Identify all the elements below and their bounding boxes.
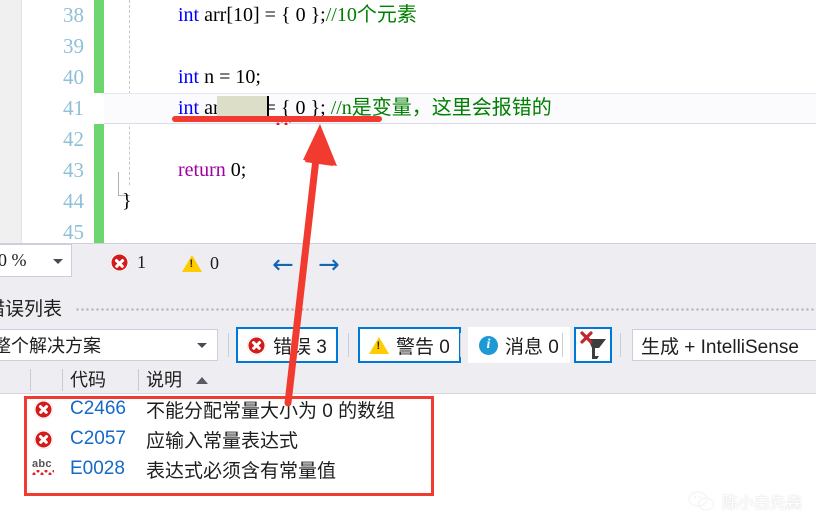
column-divider: [30, 369, 31, 391]
line-change-indicator: [94, 62, 104, 93]
code-token: //10个元素: [325, 4, 417, 26]
scope-dropdown-value: 整个解决方案: [0, 336, 101, 356]
warning-icon: [369, 336, 389, 354]
code-token: n =: [199, 66, 236, 88]
code-token: = {: [259, 4, 296, 26]
panel-title: 错误列表: [0, 299, 63, 320]
code-editor[interactable]: 38 int arr[10] = { 0 };//10个元素 39 40 int n =…: [0, 0, 816, 243]
line-number: 43: [63, 158, 84, 182]
code-token: return: [178, 159, 226, 181]
code-line[interactable]: 40 int n = 10;: [0, 62, 816, 93]
code-token: ;: [240, 159, 247, 181]
column-header-code[interactable]: 代码: [70, 366, 106, 394]
code-line[interactable]: 38 int arr[10] = { 0 };//10个元素: [0, 0, 816, 31]
code-token: ;: [255, 66, 261, 88]
column-divider: [138, 369, 139, 391]
toggle-messages-button[interactable]: 消息 0: [468, 327, 570, 363]
error-icon: [110, 253, 129, 272]
toggle-errors-button[interactable]: 错误 3: [236, 327, 338, 363]
nav-forward-icon[interactable]: →: [318, 252, 340, 278]
line-number: 41: [63, 96, 84, 120]
code-line[interactable]: 41int arr2[n] = { 0 }; //n是变量，这里会报错的: [0, 93, 816, 125]
panel-title-separator: [76, 308, 816, 313]
line-change-indicator: [94, 0, 104, 31]
watermark-label: 陈小白先森: [721, 495, 802, 512]
code-token: int: [178, 66, 200, 88]
status-warning-count[interactable]: 0: [182, 253, 219, 274]
line-number: 42: [63, 127, 84, 151]
line-change-indicator: [94, 31, 104, 62]
code-line[interactable]: 45: [0, 217, 816, 243]
column-header-description[interactable]: 说明: [146, 366, 182, 394]
annotation-box: [24, 396, 434, 496]
code-line[interactable]: 44}: [0, 186, 816, 217]
sort-ascending-icon: [196, 377, 208, 384]
code-token: 0: [295, 4, 306, 26]
line-change-indicator: [94, 217, 104, 243]
code-token: arr: [199, 4, 227, 26]
clear-filter-button[interactable]: [574, 327, 612, 363]
scope-dropdown[interactable]: 整个解决方案: [0, 329, 218, 361]
nav-back-icon[interactable]: ←: [272, 252, 294, 278]
code-lines: 38 int arr[10] = { 0 };//10个元素 39 40 int n =…: [0, 0, 816, 243]
vs-ide-screenshot: 38 int arr[10] = { 0 };//10个元素 39 40 int n =…: [0, 0, 816, 525]
line-number: 38: [63, 3, 84, 27]
toolbar-divider: [460, 333, 461, 357]
build-filter-value: 生成 + IntelliSense: [641, 336, 799, 358]
toggle-warnings-label: 警告 0: [396, 336, 450, 358]
info-icon: [479, 335, 498, 355]
line-change-indicator: [94, 155, 104, 186]
wechat-icon: [688, 491, 714, 511]
chevron-down-icon: [53, 259, 63, 264]
code-token: 10: [235, 66, 256, 88]
toolbar-divider: [620, 333, 621, 357]
code-line[interactable]: 39: [0, 31, 816, 62]
status-warning-count-label: 0: [210, 253, 219, 273]
code-line-text: }: [122, 186, 132, 217]
editor-status-bar: 00 % 1 0 ← →: [0, 243, 816, 286]
toggle-errors-label: 错误 3: [273, 336, 327, 358]
code-line-text: return 0;: [178, 155, 246, 186]
build-filter-dropdown[interactable]: 生成 + IntelliSense: [632, 329, 816, 361]
status-error-count[interactable]: 1: [110, 252, 146, 273]
annotation-underline: [172, 116, 382, 122]
line-change-indicator: [94, 124, 104, 155]
error-list-toolbar: 整个解决方案 错误 3 警告 0 消息 0: [0, 326, 816, 366]
toolbar-divider: [228, 333, 229, 357]
toggle-messages-label: 消息 0: [505, 336, 559, 358]
line-change-indicator: [94, 186, 104, 217]
code-token: 10: [233, 4, 253, 26]
code-line[interactable]: 42: [0, 124, 816, 155]
code-token: };: [305, 4, 326, 26]
toolbar-divider: [562, 333, 563, 357]
code-line[interactable]: 43 return 0;: [0, 155, 816, 186]
code-token: }: [122, 190, 132, 212]
chevron-down-icon: [197, 343, 207, 348]
watermark: 陈小白先森: [688, 489, 802, 513]
line-number: 39: [63, 34, 84, 58]
status-error-count-label: 1: [137, 252, 146, 272]
toggle-warnings-button[interactable]: 警告 0: [358, 327, 461, 363]
line-number: 40: [63, 65, 84, 89]
code-line-text: int n = 10;: [178, 62, 261, 93]
code-line-text: int arr[10] = { 0 };//10个元素: [178, 0, 417, 31]
zoom-level-value: 00 %: [0, 250, 27, 270]
code-token: ]: [253, 4, 260, 26]
line-number: 45: [63, 220, 84, 243]
column-divider: [62, 369, 63, 391]
code-token: [: [226, 4, 233, 26]
toolbar-divider: [348, 333, 349, 357]
line-number: 44: [63, 189, 84, 213]
code-token: 0: [230, 159, 241, 181]
code-token: int: [178, 4, 200, 26]
warning-icon: [182, 255, 202, 272]
clear-filter-icon: [580, 331, 606, 359]
error-table-header: 代码 说明: [0, 366, 816, 394]
error-icon: [247, 335, 266, 355]
zoom-level-dropdown[interactable]: 00 %: [0, 244, 72, 277]
